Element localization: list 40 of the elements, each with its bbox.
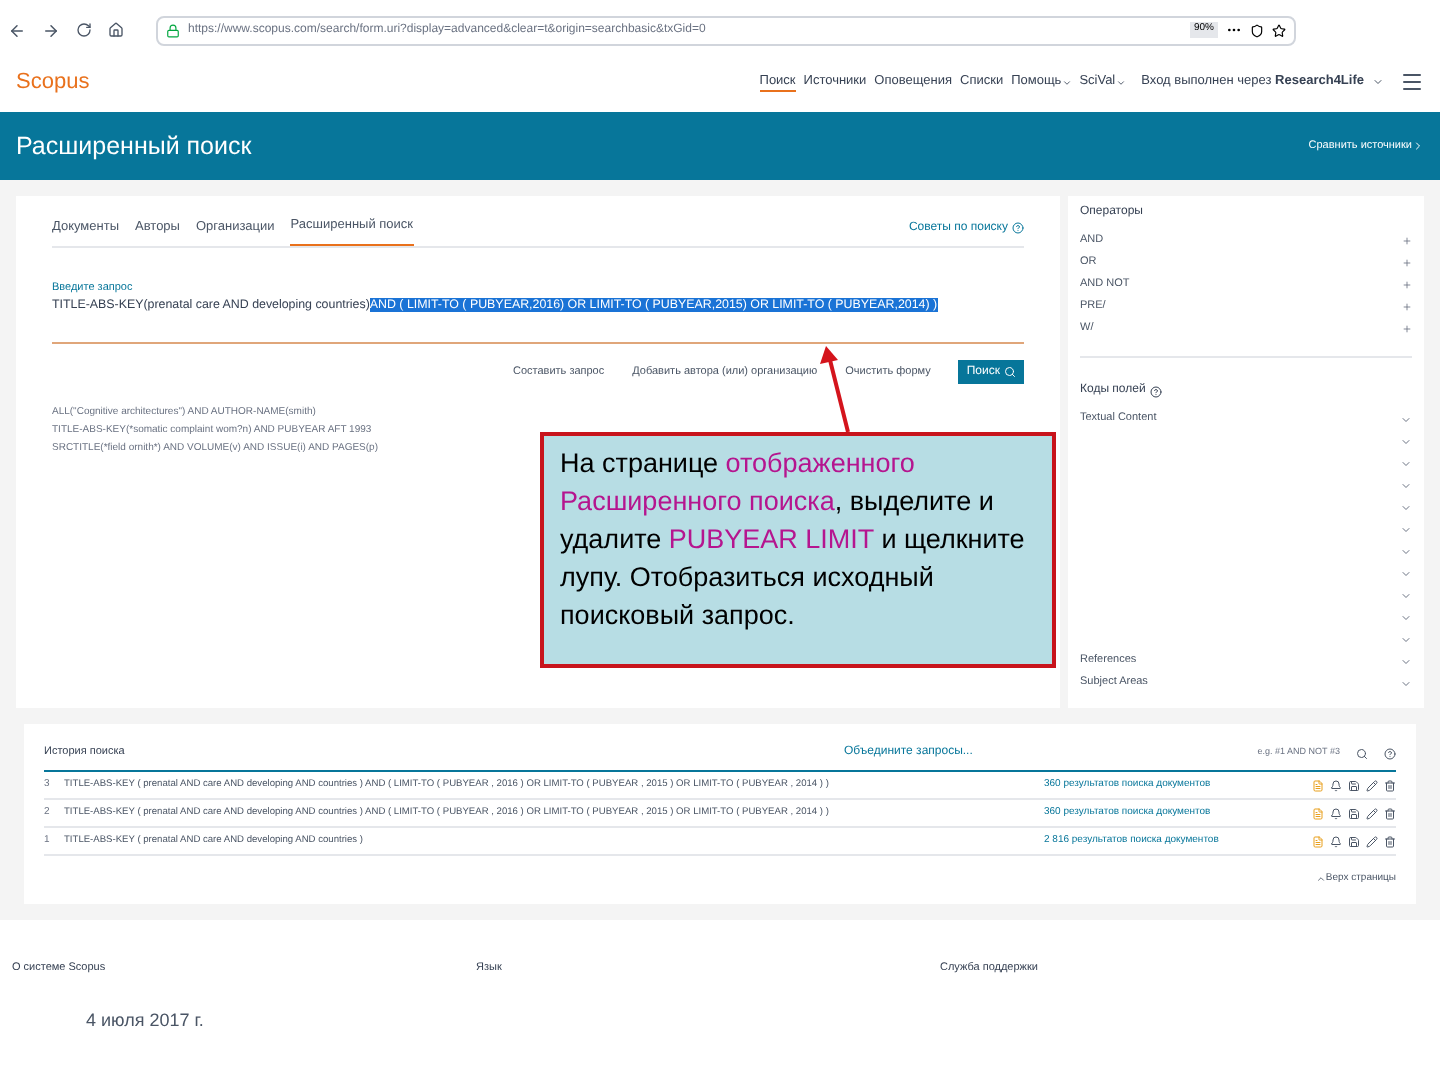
add-icon[interactable] bbox=[1402, 302, 1412, 312]
page-title: Расширенный поиск bbox=[16, 129, 254, 164]
reload-icon[interactable] bbox=[76, 22, 92, 38]
trash-icon[interactable] bbox=[1384, 835, 1396, 847]
search-icon[interactable] bbox=[1356, 747, 1368, 759]
save-icon[interactable] bbox=[1348, 779, 1360, 791]
pencil-icon[interactable] bbox=[1366, 835, 1378, 847]
back-icon[interactable] bbox=[8, 21, 26, 39]
help-icon[interactable] bbox=[1149, 385, 1162, 397]
instruction-text: На странице отображенного Расширенного поиска, выделите и удалите PUBYEAR LIMIT и щелкните лупу. Отобразиться исходный поисковый запрос. bbox=[560, 446, 1027, 634]
shield-icon[interactable] bbox=[1250, 23, 1264, 37]
add-icon[interactable] bbox=[1402, 324, 1412, 334]
chevron-up-icon[interactable] bbox=[1315, 874, 1326, 885]
caret-icon[interactable] bbox=[1115, 77, 1126, 87]
pencil-icon[interactable] bbox=[1366, 807, 1378, 819]
caret-icon[interactable] bbox=[1372, 76, 1384, 88]
feed-icon[interactable] bbox=[1312, 779, 1324, 791]
bell-icon[interactable] bbox=[1330, 807, 1342, 819]
bookmark-star-icon[interactable] bbox=[1272, 23, 1286, 37]
forward-icon[interactable] bbox=[42, 21, 60, 39]
slide-date: 4 июля 2017 г. bbox=[86, 1007, 206, 1034]
add-icon[interactable] bbox=[1402, 280, 1412, 290]
trash-icon[interactable] bbox=[1384, 779, 1396, 791]
add-icon[interactable] bbox=[1402, 236, 1412, 246]
home-icon[interactable] bbox=[108, 22, 124, 38]
caret-icon[interactable] bbox=[1061, 77, 1072, 87]
trash-icon[interactable] bbox=[1384, 807, 1396, 819]
bell-icon[interactable] bbox=[1330, 779, 1342, 791]
save-icon[interactable] bbox=[1348, 807, 1360, 819]
save-icon[interactable] bbox=[1348, 835, 1360, 847]
lock-icon bbox=[166, 23, 180, 37]
feed-icon[interactable] bbox=[1312, 807, 1324, 819]
help-icon[interactable] bbox=[1012, 222, 1024, 235]
chevron-right-icon[interactable] bbox=[1412, 140, 1424, 152]
menu-icon[interactable] bbox=[1400, 70, 1424, 94]
bell-icon[interactable] bbox=[1330, 835, 1342, 847]
feed-icon[interactable] bbox=[1312, 835, 1324, 847]
pencil-icon[interactable] bbox=[1366, 779, 1378, 791]
help-icon[interactable] bbox=[1384, 747, 1396, 759]
add-icon[interactable] bbox=[1402, 258, 1412, 268]
